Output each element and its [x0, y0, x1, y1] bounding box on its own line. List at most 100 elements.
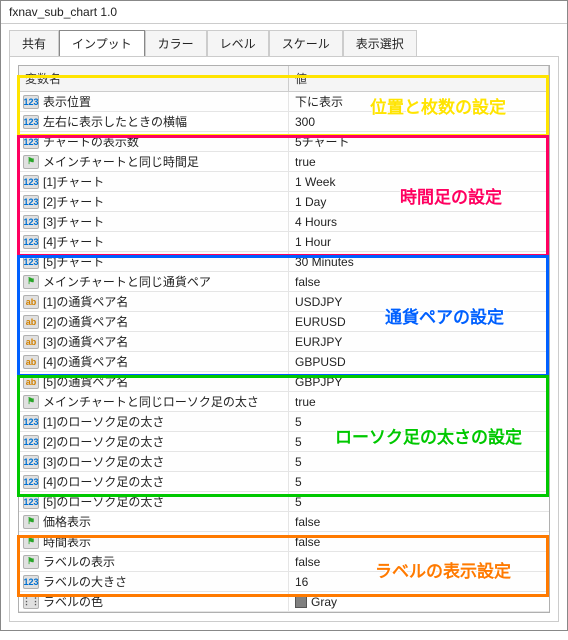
num-type-icon: 123 — [23, 115, 39, 129]
property-value-cell[interactable]: false — [289, 552, 549, 571]
property-value-cell[interactable]: 1 Hour — [289, 232, 549, 251]
num-type-icon: 123 — [23, 255, 39, 269]
property-name: ラベルの表示 — [43, 553, 115, 570]
num-type-icon: 123 — [23, 215, 39, 229]
property-row[interactable]: ⋮⋮ラベルの色Gray — [19, 592, 549, 612]
property-name-cell: ab[3]の通貨ペア名 — [19, 332, 289, 351]
property-value-cell[interactable]: 1 Day — [289, 192, 549, 211]
property-row[interactable]: ⚑ラベルの表示false — [19, 552, 549, 572]
property-row[interactable]: 123左右に表示したときの横幅 300 — [19, 112, 549, 132]
property-row[interactable]: 123[5]チャート30 Minutes — [19, 252, 549, 272]
property-name-cell: 123左右に表示したときの横幅 — [19, 112, 289, 131]
header-name: 変数名 — [19, 66, 289, 91]
tab-0[interactable]: 共有 — [9, 30, 59, 56]
str-type-icon: ab — [23, 295, 39, 309]
property-value-cell[interactable]: 5 — [289, 432, 549, 451]
num-type-icon: 123 — [23, 435, 39, 449]
property-value-cell[interactable]: 16 — [289, 572, 549, 591]
property-value-cell[interactable]: 4 Hours — [289, 212, 549, 231]
property-value: 5 — [295, 435, 302, 449]
header-value: 値 — [289, 66, 549, 91]
property-name-cell: ab[5]の通貨ペア名 — [19, 372, 289, 391]
property-name: [1]のローソク足の太さ — [43, 413, 164, 430]
property-row[interactable]: ab[2]の通貨ペア名EURUSD — [19, 312, 549, 332]
property-value-cell[interactable]: 1 Week — [289, 172, 549, 191]
property-name-cell: ab[2]の通貨ペア名 — [19, 312, 289, 331]
property-row[interactable]: ⚑ メインチャートと同じローソク足の太さ true — [19, 392, 549, 412]
property-row[interactable]: 123[1]のローソク足の太さ5 — [19, 412, 549, 432]
property-row[interactable]: 123[4]のローソク足の太さ5 — [19, 472, 549, 492]
property-row[interactable]: 123[2]チャート1 Day — [19, 192, 549, 212]
property-row[interactable]: ⚑価格表示false — [19, 512, 549, 532]
tab-3[interactable]: レベル — [207, 30, 269, 56]
property-name-cell: ab[1]の通貨ペア名 — [19, 292, 289, 311]
property-value-cell[interactable]: Gray — [289, 592, 549, 611]
property-value: 5チャート — [295, 133, 350, 150]
property-row[interactable]: ab[4]の通貨ペア名GBPUSD — [19, 352, 549, 372]
property-value-cell[interactable]: EURJPY — [289, 332, 549, 351]
property-name-cell: 123[4]チャート — [19, 232, 289, 251]
property-name: 表示位置 — [43, 93, 91, 110]
property-name-cell: 123[2]チャート — [19, 192, 289, 211]
property-row[interactable]: 123[3]のローソク足の太さ5 — [19, 452, 549, 472]
tab-content: 変数名 値 123 表示位置 下に表示123左右に表示したときの横幅 300 123チャ… — [9, 56, 559, 622]
property-value-cell[interactable]: 5 — [289, 472, 549, 491]
flag-type-icon: ⚑ — [23, 395, 39, 409]
property-value-cell[interactable]: 下に表示 — [289, 92, 549, 111]
property-value-cell[interactable]: 5チャート — [289, 132, 549, 151]
flag-type-icon: ⚑ — [23, 515, 39, 529]
property-value-cell[interactable]: EURUSD — [289, 312, 549, 331]
property-name: メインチャートと同じローソク足の太さ — [43, 393, 259, 410]
property-value: 5 — [295, 475, 302, 489]
tab-4[interactable]: スケール — [269, 30, 343, 56]
property-row[interactable]: ab[5]の通貨ペア名GBPJPY — [19, 372, 549, 392]
property-value-cell[interactable]: true — [289, 392, 549, 411]
property-name: ラベルの色 — [43, 593, 103, 610]
property-value-cell[interactable]: false — [289, 272, 549, 291]
tab-5[interactable]: 表示選択 — [343, 30, 417, 56]
property-row[interactable]: ⚑メインチャートと同じ時間足true — [19, 152, 549, 172]
property-row[interactable]: ⚑時間表示false — [19, 532, 549, 552]
property-row[interactable]: 123[3]チャート4 Hours — [19, 212, 549, 232]
property-row[interactable]: ab[1]の通貨ペア名USDJPY — [19, 292, 549, 312]
property-value-cell[interactable]: 5 — [289, 452, 549, 471]
property-value-cell[interactable]: 300 — [289, 112, 549, 131]
num-type-icon: 123 — [23, 575, 39, 589]
tab-1[interactable]: インプット — [59, 30, 145, 56]
property-value: Gray — [311, 595, 337, 609]
property-value-cell[interactable]: GBPJPY — [289, 372, 549, 391]
property-value: false — [295, 535, 320, 549]
property-row[interactable]: 123[4]チャート 1 Hour — [19, 232, 549, 252]
num-type-icon: 123 — [23, 175, 39, 189]
property-value: 5 — [295, 495, 302, 509]
property-name: [4]チャート — [43, 233, 104, 250]
property-value: 1 Hour — [295, 235, 331, 249]
property-row[interactable]: 123ラベルの大きさ16 — [19, 572, 549, 592]
property-value-cell[interactable]: 5 — [289, 412, 549, 431]
property-value-cell[interactable]: GBPUSD — [289, 352, 549, 371]
property-name: 時間表示 — [43, 533, 91, 550]
property-row[interactable]: 123[2]のローソク足の太さ5 — [19, 432, 549, 452]
num-type-icon: 123 — [23, 135, 39, 149]
property-value: 16 — [295, 575, 308, 589]
property-value-cell[interactable]: 5 — [289, 492, 549, 511]
property-name: メインチャートと同じ通貨ペア — [43, 273, 211, 290]
property-row[interactable]: 123表示位置下に表示 — [19, 92, 549, 112]
property-value-cell[interactable]: true — [289, 152, 549, 171]
property-value-cell[interactable]: USDJPY — [289, 292, 549, 311]
property-value-cell[interactable]: false — [289, 512, 549, 531]
grid-header: 変数名 値 — [19, 66, 549, 92]
window-title: fxnav_sub_chart 1.0 — [1, 1, 567, 24]
property-value: 300 — [295, 115, 315, 129]
properties-grid: 変数名 値 123 表示位置 下に表示123左右に表示したときの横幅 300 123チャ… — [18, 65, 550, 613]
property-name-cell: ⚑価格表示 — [19, 512, 289, 531]
property-row[interactable]: ⚑メインチャートと同じ通貨ペアfalse — [19, 272, 549, 292]
property-row[interactable]: 123チャートの表示数5チャート — [19, 132, 549, 152]
property-value-cell[interactable]: false — [289, 532, 549, 551]
property-row[interactable]: ab[3]の通貨ペア名EURJPY — [19, 332, 549, 352]
property-value-cell[interactable]: 30 Minutes — [289, 252, 549, 271]
property-row[interactable]: 123[1]チャート1 Week — [19, 172, 549, 192]
property-row[interactable]: 123[5]のローソク足の太さ5 — [19, 492, 549, 512]
tab-2[interactable]: カラー — [145, 30, 207, 56]
property-name-cell: ⚑メインチャートと同じ時間足 — [19, 152, 289, 171]
